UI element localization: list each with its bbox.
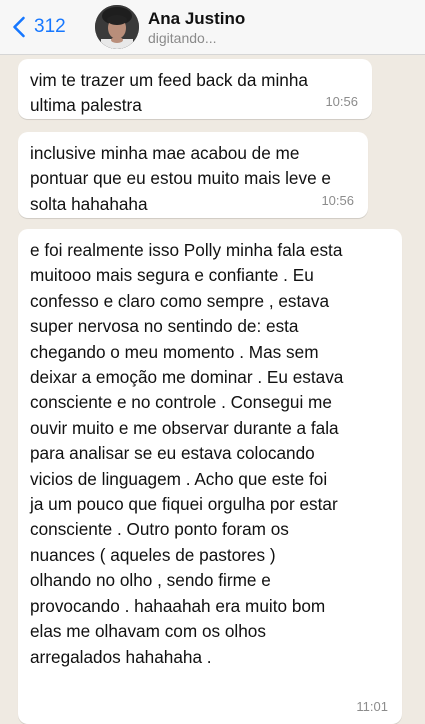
message-time: 10:56 bbox=[321, 192, 354, 208]
message-list[interactable]: vim te trazer um feed back da minha ulti… bbox=[0, 55, 425, 724]
message-time: 11:01 bbox=[356, 698, 388, 714]
avatar-photo bbox=[95, 5, 139, 49]
message-text: vim te trazer um feed back da minha ulti… bbox=[30, 70, 308, 116]
message-text: inclusive minha mae acabou de me pontuar… bbox=[30, 143, 331, 214]
message-text: e foi realmente isso Polly minha fala es… bbox=[30, 240, 344, 667]
message-bubble[interactable]: e foi realmente isso Polly minha fala es… bbox=[18, 229, 402, 724]
typing-status: digitando... bbox=[148, 30, 217, 46]
chat-header: 312 Ana Justino digitando... bbox=[0, 0, 425, 55]
chevron-left-icon bbox=[13, 16, 25, 38]
message-bubble[interactable]: inclusive minha mae acabou de me pontuar… bbox=[18, 132, 368, 218]
message-bubble[interactable]: vim te trazer um feed back da minha ulti… bbox=[18, 59, 372, 119]
unread-count[interactable]: 312 bbox=[34, 16, 66, 38]
message-time: 10:56 bbox=[325, 93, 358, 109]
back-button[interactable]: 312 bbox=[12, 12, 66, 42]
contact-name[interactable]: Ana Justino bbox=[148, 9, 245, 29]
contact-avatar[interactable] bbox=[95, 5, 139, 49]
